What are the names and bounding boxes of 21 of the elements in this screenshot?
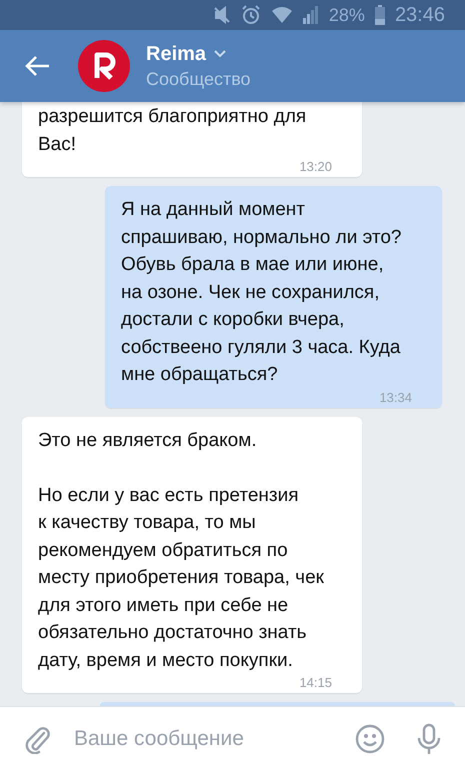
battery-icon	[374, 5, 385, 25]
message-time: 14:15	[299, 676, 332, 689]
community-avatar[interactable]	[78, 40, 130, 92]
message-time: 13:34	[379, 390, 412, 404]
back-arrow-icon[interactable]	[24, 55, 50, 77]
battery-percent: 28%	[328, 4, 365, 26]
message-text: Это не является браком.	[38, 428, 257, 452]
microphone-icon[interactable]	[417, 722, 441, 754]
wifi-icon	[270, 6, 293, 24]
signal-icon	[302, 6, 319, 24]
message-text: Но если у вас есть претензия к качеству товара, то мы рекомендуем обратиться по месту приобретения товара, чек для этого иметь при себе не обязательно достаточно знать дату, время и место покупки.	[38, 484, 324, 672]
clock-time: 23:46	[394, 4, 445, 26]
chat-title[interactable]: Reima	[146, 42, 206, 66]
smiley-icon[interactable]	[355, 724, 385, 754]
message-text: Я на данный момент спрашиваю, нормально ли это? Обувь брала в мае или июне, на озоне. Чек не сохранился, достали с коробки вчера, собствеено гуляли 3 часа. Куда мне обращаться?	[121, 198, 402, 387]
chevron-down-icon[interactable]	[214, 50, 226, 58]
message-time: 13:20	[299, 160, 332, 173]
chat-subtitle: Сообщество	[146, 68, 251, 90]
alarm-icon	[240, 5, 261, 25]
mute-icon	[212, 6, 231, 24]
message-text: разрешится благоприятно для Вас!	[38, 105, 306, 156]
